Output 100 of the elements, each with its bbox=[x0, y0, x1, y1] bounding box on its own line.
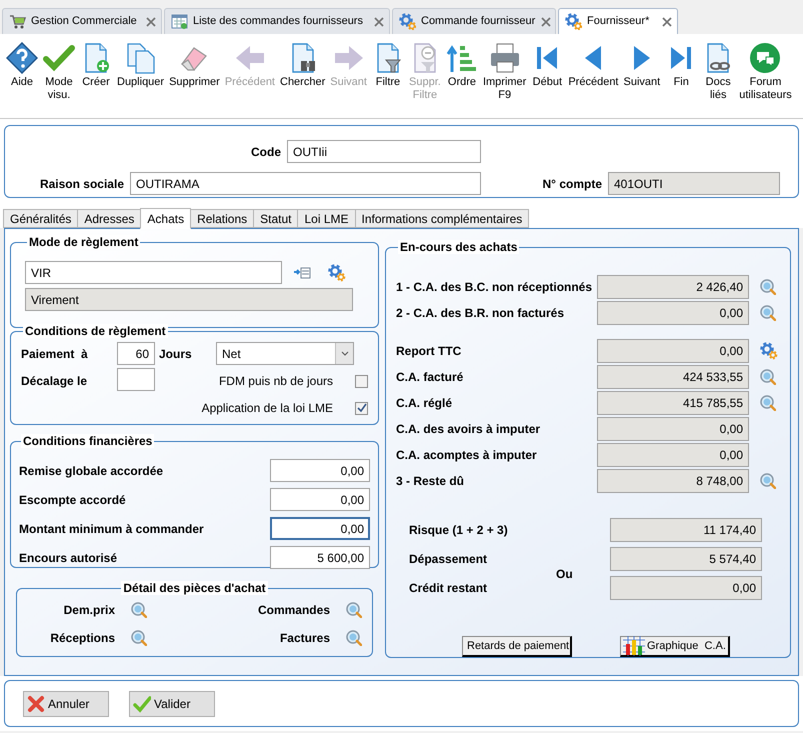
text-field[interactable]: 0,00 bbox=[270, 459, 370, 482]
form-tab[interactable]: Généralités bbox=[3, 209, 78, 228]
field-label: Dépassement bbox=[409, 551, 488, 568]
document-tab[interactable]: Fournisseur* bbox=[558, 8, 678, 34]
field-label: Encours autorisé bbox=[19, 550, 118, 566]
toolbar-button[interactable]: Dupliquer bbox=[115, 42, 166, 89]
readonly-field: 0,00 bbox=[610, 576, 762, 600]
toolbar-button[interactable]: Suivant bbox=[622, 42, 662, 89]
form-tab[interactable]: Adresses bbox=[77, 209, 142, 228]
field-label: 1 - C.A. des B.C. non réceptionnés bbox=[396, 279, 594, 296]
field-label: Jours bbox=[159, 346, 193, 362]
toolbar-button[interactable]: Créer bbox=[78, 42, 114, 89]
checkbox[interactable] bbox=[355, 374, 368, 388]
form-tab[interactable]: Relations bbox=[190, 209, 254, 228]
text-field[interactable]: VIR bbox=[25, 261, 282, 284]
detail-button[interactable] bbox=[346, 602, 362, 618]
magnifier-icon bbox=[346, 602, 362, 618]
readonly-field: 0,00 bbox=[597, 301, 749, 325]
readonly-field: 11 174,40 bbox=[610, 518, 762, 542]
dropdown[interactable]: Net bbox=[216, 342, 354, 365]
detail-button[interactable] bbox=[760, 395, 776, 411]
close-icon bbox=[540, 16, 552, 28]
field-label: 3 - Reste dû bbox=[396, 473, 466, 490]
group-title: Conditions de règlement bbox=[23, 324, 168, 338]
tab-label: Commande fournisseur bbox=[421, 14, 536, 30]
detail-button[interactable] bbox=[760, 305, 776, 321]
close-icon bbox=[145, 16, 157, 28]
or-label: Ou bbox=[556, 566, 574, 582]
detail-button[interactable] bbox=[131, 602, 147, 618]
detail-button[interactable] bbox=[346, 630, 362, 646]
field-label: C.A. facturé bbox=[396, 369, 464, 386]
field-label: Report TTC bbox=[396, 343, 462, 360]
readonly-field: 5 574,40 bbox=[610, 547, 762, 571]
group-title: Détail des pièces d'achat bbox=[121, 581, 268, 595]
toolbar-button[interactable]: Imprimer F9 bbox=[480, 42, 528, 102]
readonly-field: 0,00 bbox=[597, 339, 749, 363]
toolbar-button[interactable]: Aide bbox=[4, 42, 40, 89]
toolbar-button[interactable]: Début bbox=[529, 42, 566, 89]
magnifier-icon bbox=[131, 630, 147, 646]
magnifier-icon bbox=[346, 630, 362, 646]
gear-icon bbox=[565, 13, 582, 30]
form-tab[interactable]: Loi LME bbox=[297, 209, 356, 228]
detail-button[interactable] bbox=[760, 279, 776, 295]
magnifier-icon bbox=[760, 395, 776, 411]
form-tab[interactable]: Informations complémentaires bbox=[354, 209, 530, 228]
toolbar-button[interactable]: Forum utilisateurs bbox=[737, 42, 794, 102]
action-button[interactable]: Graphique C.A. bbox=[620, 636, 730, 657]
tab-label: Liste des commandes fournisseurs bbox=[193, 14, 364, 30]
toolbar-button[interactable]: Chercher bbox=[278, 42, 328, 89]
form-tab[interactable]: Achats bbox=[140, 208, 192, 229]
toolbar-button[interactable]: Filtre bbox=[370, 42, 406, 89]
magnifier-icon bbox=[760, 369, 776, 385]
document-label: Commandes bbox=[258, 602, 330, 619]
chat-icon bbox=[749, 42, 782, 74]
copy-document-icon bbox=[124, 42, 157, 74]
cart-icon bbox=[9, 13, 26, 30]
checkbox[interactable] bbox=[355, 402, 368, 414]
toolbar-button[interactable]: Docs liés bbox=[700, 42, 736, 102]
form-tab[interactable]: Statut bbox=[253, 209, 298, 228]
toolbar-button[interactable]: Fin bbox=[663, 42, 700, 89]
detail-button[interactable] bbox=[760, 473, 776, 489]
group-title: En-cours des achats bbox=[398, 240, 520, 254]
text-field[interactable]: 5 600,00 bbox=[270, 546, 370, 569]
field-label: C.A. acomptes à imputer bbox=[396, 447, 538, 464]
gear-icon bbox=[760, 342, 778, 360]
readonly-field: 2 426,40 bbox=[597, 275, 749, 299]
bar-chart-icon bbox=[623, 636, 645, 656]
text-field[interactable]: OUTIRAMA bbox=[130, 172, 481, 195]
field-label: Code bbox=[250, 144, 281, 160]
magnifier-icon bbox=[760, 473, 776, 489]
text-field[interactable]: OUTIii bbox=[287, 140, 481, 163]
toolbar-button[interactable]: Mode visu. bbox=[41, 42, 77, 102]
readonly-field[interactable]: 401OUTI bbox=[608, 172, 780, 195]
detail-button[interactable] bbox=[131, 630, 147, 646]
document-label: Dem.prix bbox=[62, 602, 115, 619]
toolbar-button[interactable]: Supprimer bbox=[167, 42, 222, 89]
group-title: Mode de règlement bbox=[27, 235, 140, 249]
readonly-field: 424 533,55 bbox=[597, 365, 749, 389]
document-tab[interactable]: Gestion Commerciale bbox=[2, 8, 162, 34]
help-icon bbox=[6, 42, 38, 74]
text-field[interactable]: 0,00 bbox=[270, 488, 370, 511]
toolbar-button[interactable]: Précédent bbox=[566, 42, 620, 89]
document-tab[interactable]: Commande fournisseur bbox=[392, 8, 556, 34]
field-label: Risque (1 + 2 + 3) bbox=[409, 522, 509, 539]
check-icon bbox=[133, 694, 151, 712]
footer-button[interactable]: Valider bbox=[129, 690, 215, 716]
readonly-field[interactable]: Virement bbox=[25, 288, 353, 311]
cross-icon bbox=[27, 694, 45, 712]
toolbar-button[interactable]: Ordre bbox=[444, 42, 480, 89]
action-button[interactable]: Retards de paiement bbox=[462, 636, 572, 657]
field-label: Remise globale accordée bbox=[19, 462, 164, 480]
text-field[interactable]: 0,00 bbox=[270, 517, 370, 540]
detail-button[interactable] bbox=[760, 369, 776, 385]
check-icon bbox=[43, 42, 75, 74]
text-field[interactable]: 60 bbox=[117, 342, 155, 365]
gear-icon bbox=[399, 13, 416, 30]
footer-button[interactable]: Annuler bbox=[23, 690, 109, 716]
settings-button[interactable] bbox=[760, 342, 778, 360]
document-tab[interactable]: Liste des commandes fournisseurs bbox=[164, 8, 390, 34]
text-field[interactable] bbox=[117, 368, 155, 391]
